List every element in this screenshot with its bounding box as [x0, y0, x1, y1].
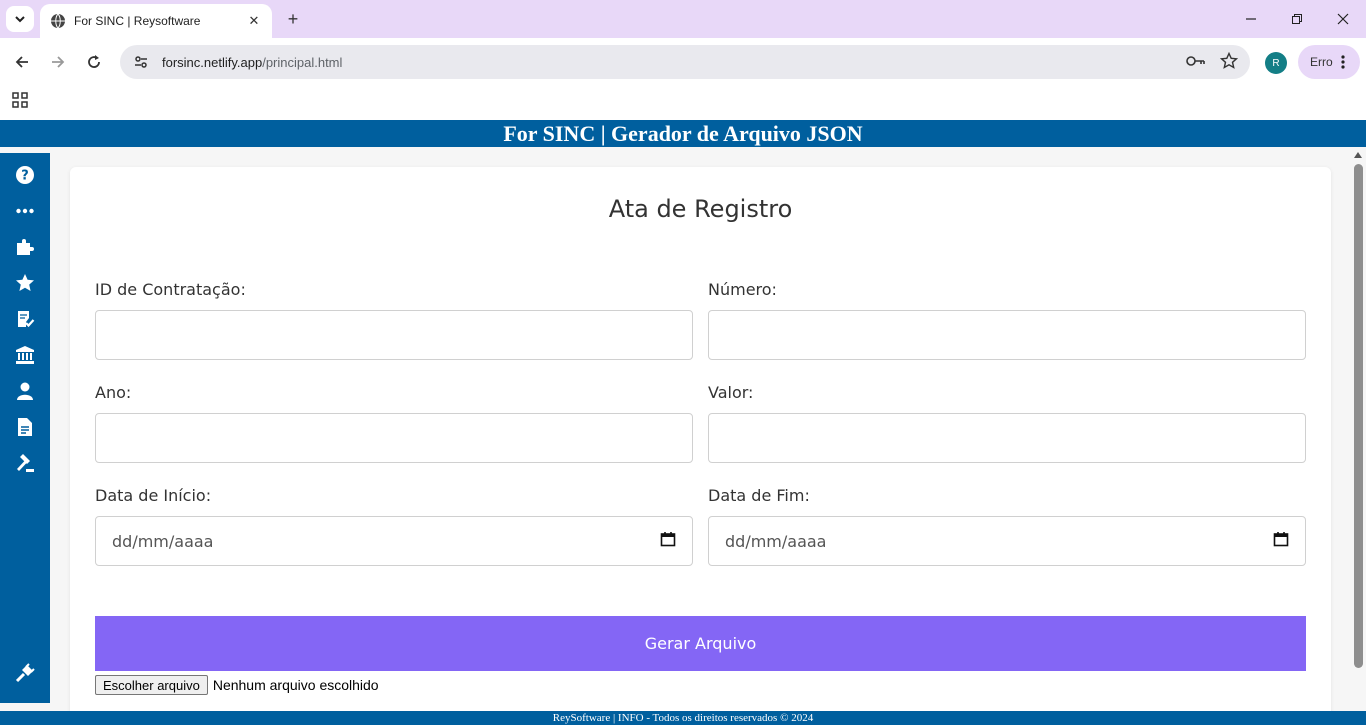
gavel-icon	[17, 454, 34, 472]
scroll-up-arrow-icon[interactable]	[1354, 152, 1362, 158]
ellipsis-icon	[16, 208, 34, 214]
minimize-icon	[1246, 18, 1256, 20]
sidebar-item-favorites[interactable]	[13, 271, 37, 295]
file-input: Escolher arquivo Nenhum arquivo escolhid…	[95, 675, 379, 695]
data-fim-label: Data de Fim:	[708, 486, 810, 505]
app-footer: ReySoftware | INFO - Todos os direitos r…	[0, 711, 1366, 725]
valor-label: Valor:	[708, 383, 754, 402]
bookmark-star-icon[interactable]	[1220, 52, 1238, 70]
bookmarks-bar	[0, 86, 1366, 120]
form-title: Ata de Registro	[608, 195, 793, 223]
calendar-icon[interactable]	[1273, 531, 1289, 551]
restore-button[interactable]	[1282, 6, 1312, 32]
sidebar-item-connection[interactable]	[13, 661, 37, 685]
calendar-icon[interactable]	[660, 531, 676, 551]
browser-tab[interactable]: For SINC | Reysoftware ✕	[40, 4, 272, 38]
plug-icon	[15, 663, 35, 683]
form-card: Ata de Registro ID de Contratação: Númer…	[70, 167, 1331, 725]
sidebar: ?	[0, 153, 50, 703]
sidebar-item-user[interactable]	[13, 379, 37, 403]
address-bar[interactable]: forsinc.netlify.app/principal.html	[120, 45, 1250, 79]
data-inicio-placeholder: dd/mm/aaaa	[112, 531, 214, 551]
arrow-left-icon	[15, 56, 28, 68]
sidebar-item-auction[interactable]	[13, 451, 37, 475]
bank-icon	[16, 346, 34, 364]
tab-search-button[interactable]	[6, 6, 34, 32]
puzzle-icon	[17, 239, 34, 255]
more-vertical-icon	[1341, 55, 1345, 69]
restore-icon	[1292, 14, 1302, 24]
arrow-right-icon	[52, 56, 65, 68]
id-contratacao-input[interactable]	[95, 310, 693, 360]
question-circle-icon: ?	[16, 166, 34, 184]
sidebar-item-checklist[interactable]	[13, 307, 37, 331]
url-path: /principal.html	[262, 54, 343, 70]
page-viewport: For SINC | Gerador de Arquivo JSON ? Ata…	[0, 120, 1366, 725]
profile-error-chip[interactable]: Erro	[1298, 45, 1360, 79]
sidebar-item-institution[interactable]	[13, 343, 37, 367]
data-fim-placeholder: dd/mm/aaaa	[725, 531, 827, 551]
tab-close-icon[interactable]: ✕	[246, 13, 262, 29]
browser-toolbar: forsinc.netlify.app/principal.html R Err…	[0, 38, 1366, 86]
forward-button[interactable]	[46, 50, 70, 74]
star-icon	[16, 274, 34, 291]
sidebar-item-plugins[interactable]	[13, 235, 37, 259]
sidebar-item-more[interactable]	[13, 199, 37, 223]
reload-button[interactable]	[82, 50, 106, 74]
scroll-thumb[interactable]	[1354, 164, 1363, 668]
sidebar-item-document[interactable]	[13, 415, 37, 439]
chevron-down-icon	[15, 16, 25, 23]
reload-icon	[88, 55, 100, 68]
ano-label: Ano:	[95, 383, 132, 402]
site-info-icon[interactable]	[132, 53, 150, 71]
data-fim-input[interactable]: dd/mm/aaaa	[708, 516, 1306, 566]
close-icon	[1337, 13, 1349, 25]
url-host: forsinc.netlify.app	[162, 54, 263, 70]
apps-grid-icon[interactable]	[12, 92, 28, 108]
valor-input[interactable]	[708, 413, 1306, 463]
id-contratacao-label: ID de Contratação:	[95, 280, 246, 299]
key-icon[interactable]	[1186, 54, 1206, 68]
data-inicio-input[interactable]: dd/mm/aaaa	[95, 516, 693, 566]
document-icon	[18, 418, 32, 436]
app-header-title: For SINC | Gerador de Arquivo JSON	[0, 120, 1366, 147]
profile-avatar[interactable]: R	[1265, 52, 1287, 74]
error-chip-label: Erro	[1310, 55, 1333, 69]
numero-label: Número:	[708, 280, 777, 299]
tab-title: For SINC | Reysoftware	[74, 14, 201, 28]
close-window-button[interactable]	[1328, 6, 1358, 32]
globe-icon	[51, 13, 65, 29]
back-button[interactable]	[10, 50, 34, 74]
file-status-text: Nenhum arquivo escolhido	[212, 677, 379, 693]
numero-input[interactable]	[708, 310, 1306, 360]
gerar-arquivo-button[interactable]: Gerar Arquivo	[95, 616, 1306, 671]
choose-file-button[interactable]: Escolher arquivo	[95, 675, 208, 695]
checklist-icon	[18, 311, 35, 328]
sidebar-item-help[interactable]: ?	[13, 163, 37, 187]
data-inicio-label: Data de Início:	[95, 486, 212, 505]
user-icon	[17, 382, 33, 400]
ano-input[interactable]	[95, 413, 693, 463]
browser-tab-bar: For SINC | Reysoftware ✕ +	[0, 0, 1366, 38]
page-scrollbar[interactable]	[1351, 150, 1366, 710]
new-tab-button[interactable]: +	[282, 8, 304, 30]
minimize-button[interactable]	[1236, 6, 1266, 32]
svg-text:?: ?	[21, 169, 29, 184]
